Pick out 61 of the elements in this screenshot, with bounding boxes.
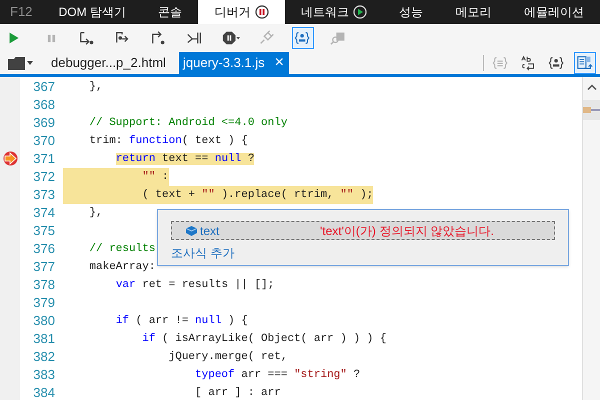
code-line: // results <box>88 242 156 257</box>
code-line: if ( isArrayLike( Object( arr ) ) ) { <box>141 332 386 347</box>
f12-label: F12 <box>9 3 34 22</box>
line-number: 370 <box>32 132 56 150</box>
line-number: 381 <box>32 330 56 348</box>
line-number: 371 <box>32 150 56 168</box>
add-watch-link[interactable]: 조사식 추가 <box>171 244 234 262</box>
step-into-icon <box>78 29 96 47</box>
code-line: var ret = results || []; <box>114 278 274 293</box>
plug-icon <box>258 29 276 47</box>
line-number: 376 <box>32 240 56 258</box>
braces-person-icon <box>294 29 312 47</box>
code-line: trim: function( text ) { <box>88 134 248 149</box>
code-line: }, <box>88 80 103 95</box>
cube-icon <box>186 226 197 236</box>
line-number: 373 <box>32 186 56 204</box>
scroll-up-icon[interactable] <box>586 84 596 90</box>
line-number: 377 <box>32 258 56 276</box>
panel-tab[interactable]: DOM 탐색기 <box>42 0 142 24</box>
line-number: 375 <box>32 222 56 240</box>
play-status-icon <box>352 5 367 19</box>
close-tab-button[interactable]: × <box>274 55 284 71</box>
line-number: 368 <box>32 96 56 114</box>
error-message: 'text'이(가) 정의되지 않았습니다. <box>320 222 494 240</box>
line-number: 369 <box>32 114 56 132</box>
caret-icon <box>27 61 33 65</box>
file-tab[interactable]: jquery-3.3.1.js × <box>179 52 289 74</box>
panel-tab[interactable]: 메모리 <box>439 0 508 24</box>
pretty-print-icon <box>492 54 510 72</box>
code-line: jQuery.merge( ret, <box>168 350 288 365</box>
document-arrow-button[interactable] <box>574 52 596 74</box>
code-line: [ arr ] : arr <box>194 386 281 400</box>
line-number: 379 <box>32 294 56 312</box>
line-number: 383 <box>32 366 56 384</box>
line-number: 378 <box>32 276 56 294</box>
line-number: 384 <box>32 384 56 400</box>
code-line: // Support: Android <=4.0 only <box>88 116 288 131</box>
panel-tab[interactable]: 콘솔 <box>142 0 198 24</box>
panel-tab[interactable]: 디버거 <box>198 0 285 24</box>
folder-icon <box>8 56 25 70</box>
panel-tab[interactable]: 네트워크 <box>284 0 384 24</box>
braces-person-icon <box>548 54 566 72</box>
file-tab[interactable]: debugger...p_2.html <box>41 52 179 74</box>
line-number: 372 <box>32 168 56 186</box>
document-arrow-icon <box>576 54 594 72</box>
line-number: 367 <box>32 78 56 96</box>
panel-tab[interactable]: 성능 <box>383 0 440 24</box>
datatip-row[interactable]: text 'text'이(가) 정의되지 않았습니다. <box>171 221 555 240</box>
line-number: 374 <box>32 204 56 222</box>
variable-name: text <box>200 222 220 240</box>
code-line: makeArray: <box>88 260 156 275</box>
code-line: typeof arr === "string" ? <box>194 368 360 383</box>
pause-status-icon <box>254 5 269 19</box>
code-line: if ( arr != null ) { <box>114 314 248 329</box>
pause-icon <box>46 32 56 44</box>
braces-person-button[interactable] <box>292 27 314 49</box>
panel-tab[interactable]: 에뮬레이션 <box>508 0 600 24</box>
exception-icon <box>222 29 240 47</box>
code-line: }, <box>88 206 103 221</box>
line-number: 382 <box>32 348 56 366</box>
line-number: 380 <box>32 312 56 330</box>
